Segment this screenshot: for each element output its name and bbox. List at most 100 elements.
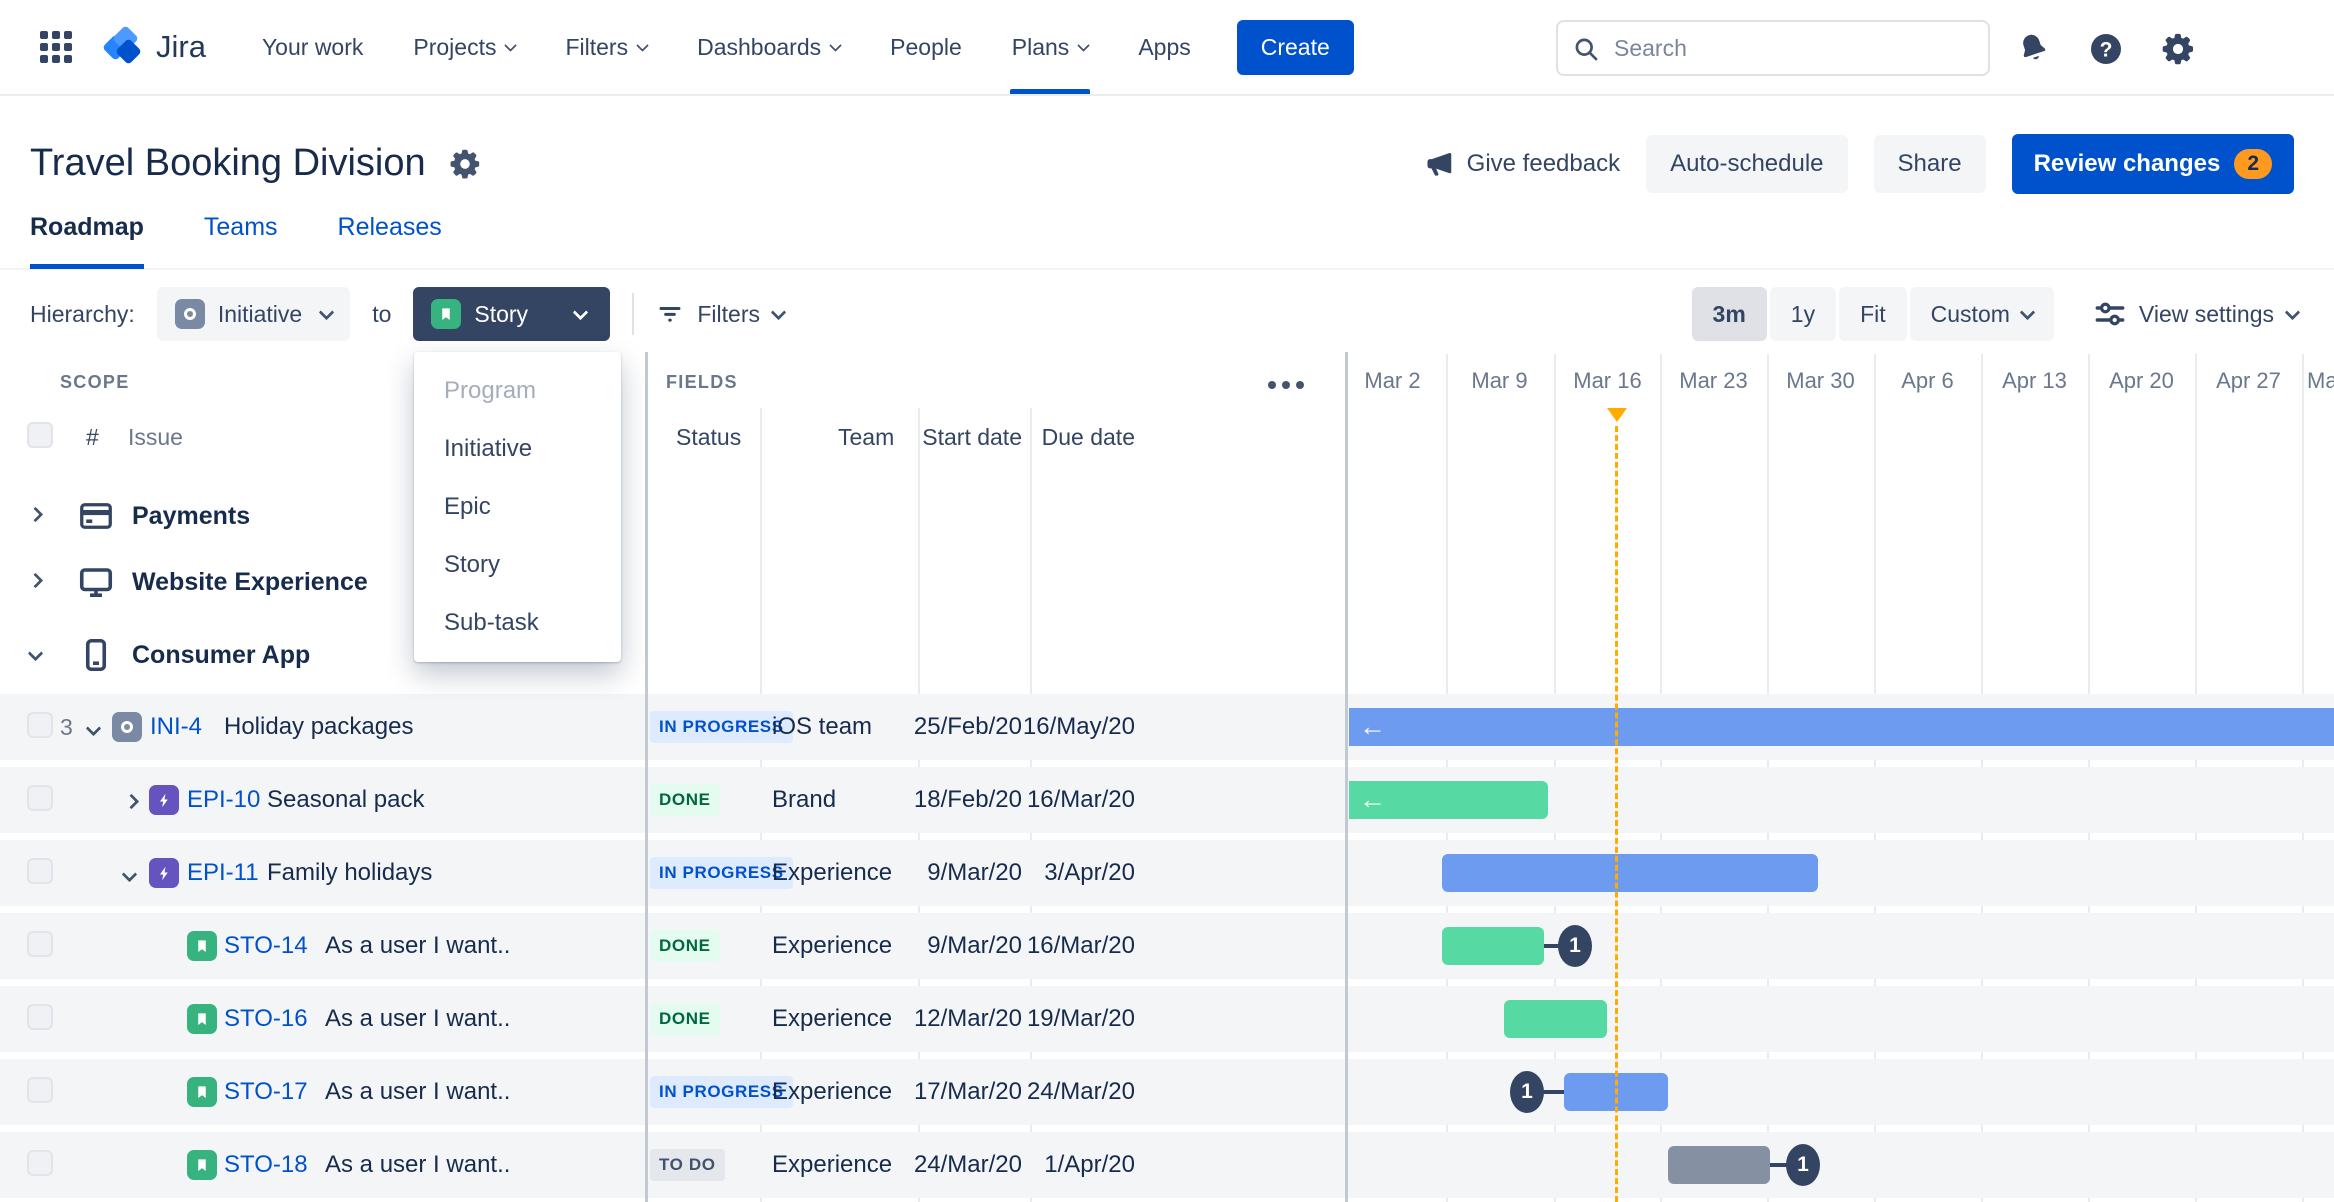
issue-key-link[interactable]: STO-18 <box>224 1132 308 1198</box>
gantt-bar-sto16[interactable] <box>1504 1000 1607 1038</box>
row-checkbox[interactable] <box>27 1150 53 1176</box>
nav-item-your-work[interactable]: Your work <box>262 0 363 94</box>
notifications-bell-icon[interactable] <box>2016 31 2050 70</box>
due-date-cell[interactable]: 19/Mar/20 <box>985 986 1135 1052</box>
row-checkbox[interactable] <box>27 931 53 957</box>
nav-item-plans[interactable]: Plans <box>1009 0 1091 94</box>
chevron-down-icon[interactable] <box>121 866 138 883</box>
dependency-badge[interactable]: 1 <box>1510 1071 1544 1113</box>
row-checkbox[interactable] <box>27 1004 53 1030</box>
issue-summary[interactable]: Family holidays <box>267 840 432 906</box>
filters-dropdown[interactable]: Filters <box>656 300 787 328</box>
issue-row-epi11[interactable]: EPI-11 Family holidays IN PROGRESS Exper… <box>0 840 2334 906</box>
start-date-column-header[interactable]: Start date <box>918 424 1022 451</box>
tab-teams[interactable]: Teams <box>204 213 278 269</box>
settings-gear-icon[interactable] <box>2160 31 2196 72</box>
due-date-cell[interactable]: 24/Mar/20 <box>985 1059 1135 1125</box>
due-date-cell[interactable]: 16/Mar/20 <box>985 913 1135 979</box>
nav-item-people[interactable]: People <box>890 0 962 94</box>
issue-key-link[interactable]: STO-16 <box>224 986 308 1052</box>
status-column-header[interactable]: Status <box>676 424 741 451</box>
fields-timeline-divider[interactable] <box>1345 352 1348 1202</box>
chevron-down-icon[interactable] <box>85 720 102 737</box>
issue-summary[interactable]: Holiday packages <box>224 694 413 760</box>
dropdown-item-program[interactable]: Program <box>414 362 621 420</box>
gantt-bar-sto14[interactable] <box>1442 927 1544 965</box>
nav-item-filters[interactable]: Filters <box>565 0 649 94</box>
issue-row-sto14[interactable]: STO-14 As a user I want.. DONE Experienc… <box>0 913 2334 979</box>
tab-releases[interactable]: Releases <box>338 213 442 269</box>
issue-key-link[interactable]: INI-4 <box>150 694 202 760</box>
team-column-header[interactable]: Team <box>838 424 894 451</box>
due-date-cell[interactable]: 3/Apr/20 <box>985 840 1135 906</box>
zoom-1y-button[interactable]: 1y <box>1769 287 1837 341</box>
issue-key-link[interactable]: EPI-11 <box>187 840 259 906</box>
issue-row-sto17[interactable]: STO-17 As a user I want.. IN PROGRESS Ex… <box>0 1059 2334 1125</box>
team-cell[interactable]: Brand <box>772 767 836 833</box>
due-date-column-header[interactable]: Due date <box>1033 424 1135 451</box>
dropdown-item-initiative[interactable]: Initiative <box>414 420 621 478</box>
row-checkbox[interactable] <box>27 712 53 738</box>
tab-roadmap[interactable]: Roadmap <box>30 213 144 269</box>
issue-key-link[interactable]: STO-14 <box>224 913 308 979</box>
due-date-cell[interactable]: 16/May/20 <box>985 694 1135 760</box>
gantt-bar-ini4[interactable]: ← <box>1349 708 2334 746</box>
help-icon[interactable]: ? <box>2088 31 2124 72</box>
due-date-cell[interactable]: 16/Mar/20 <box>985 767 1135 833</box>
gantt-bar-sto18[interactable] <box>1668 1146 1770 1184</box>
chevron-right-icon[interactable] <box>123 793 140 810</box>
plan-settings-gear-icon[interactable] <box>448 147 482 181</box>
issue-summary[interactable]: As a user I want.. <box>325 1132 510 1198</box>
hierarchy-to-dropdown[interactable]: Story <box>413 287 611 341</box>
app-switcher-icon[interactable] <box>40 31 72 63</box>
review-changes-button[interactable]: Review changes 2 <box>2011 134 2294 194</box>
create-button[interactable]: Create <box>1236 19 1354 75</box>
issue-key-link[interactable]: EPI-10 <box>187 767 260 833</box>
story-type-icon <box>431 299 462 329</box>
dependency-badge[interactable]: 1 <box>1786 1144 1820 1186</box>
gantt-bar-epi10[interactable]: ← <box>1349 781 1548 819</box>
dropdown-item-epic[interactable]: Epic <box>414 478 621 536</box>
more-options-icon[interactable] <box>1268 381 1304 389</box>
hierarchy-from-dropdown[interactable]: Initiative <box>156 287 351 341</box>
row-checkbox[interactable] <box>27 1077 53 1103</box>
auto-schedule-button[interactable]: Auto-schedule <box>1646 135 1848 193</box>
issue-row-epi10[interactable]: EPI-10 Seasonal pack DONE Brand 18/Feb/2… <box>0 767 2334 833</box>
zoom-custom-dropdown[interactable]: Custom <box>1909 287 2054 341</box>
issue-summary[interactable]: As a user I want.. <box>325 1059 510 1125</box>
chevron-right-icon[interactable] <box>27 572 44 589</box>
share-button[interactable]: Share <box>1873 135 1986 193</box>
scope-fields-divider[interactable] <box>645 352 648 1202</box>
today-marker-icon[interactable] <box>1607 408 1627 422</box>
nav-item-dashboards[interactable]: Dashboards <box>697 0 843 94</box>
search-input[interactable] <box>1556 20 1990 76</box>
chevron-right-icon[interactable] <box>27 506 44 523</box>
zoom-3m-button[interactable]: 3m <box>1691 287 1767 341</box>
issue-row-ini4[interactable]: 3 INI-4 Holiday packages IN PROGRESS iOS… <box>0 694 2334 760</box>
nav-item-apps[interactable]: Apps <box>1138 0 1190 94</box>
jira-logo[interactable]: Jira <box>102 24 206 70</box>
row-checkbox[interactable] <box>27 785 53 811</box>
zoom-fit-button[interactable]: Fit <box>1839 287 1907 341</box>
give-feedback-button[interactable]: Give feedback <box>1425 149 1620 179</box>
issue-summary[interactable]: Seasonal pack <box>267 767 424 833</box>
issue-summary[interactable]: As a user I want.. <box>325 913 510 979</box>
issue-key-link[interactable]: STO-17 <box>224 1059 308 1125</box>
nav-item-projects[interactable]: Projects <box>413 0 518 94</box>
epic-type-icon <box>149 785 179 815</box>
gantt-bar-epi11[interactable] <box>1442 854 1818 892</box>
due-date-cell[interactable]: 1/Apr/20 <box>985 1132 1135 1198</box>
issue-row-sto16[interactable]: STO-16 As a user I want.. DONE Experienc… <box>0 986 2334 1052</box>
dropdown-item-subtask[interactable]: Sub-task <box>414 594 621 652</box>
view-settings-dropdown[interactable]: View settings <box>2094 298 2301 330</box>
issue-summary[interactable]: As a user I want.. <box>325 986 510 1052</box>
team-cell[interactable]: iOS team <box>772 694 872 760</box>
issue-row-sto18[interactable]: STO-18 As a user I want.. TO DO Experien… <box>0 1132 2334 1198</box>
dropdown-item-story[interactable]: Story <box>414 536 621 594</box>
chevron-down-icon[interactable] <box>27 645 44 662</box>
row-checkbox[interactable] <box>27 858 53 884</box>
dependency-badge[interactable]: 1 <box>1558 925 1592 967</box>
epic-type-icon <box>149 858 179 888</box>
select-all-checkbox[interactable] <box>27 422 53 448</box>
timeline-controls: 3m 1y Fit Custom View settings <box>1691 287 2301 341</box>
